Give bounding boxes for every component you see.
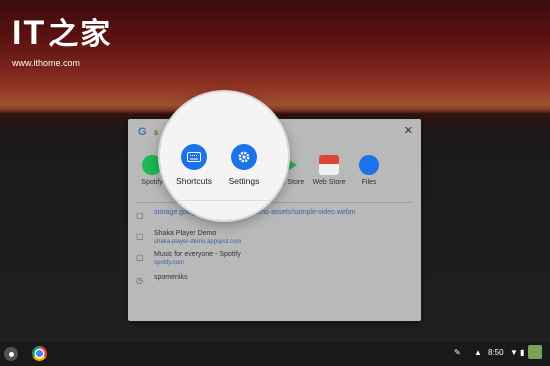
launcher-button[interactable] <box>4 347 18 361</box>
result-title: spomeniks <box>154 274 188 281</box>
close-icon[interactable]: ✕ <box>404 126 413 137</box>
divider <box>136 202 413 203</box>
chrome-icon[interactable] <box>32 346 47 361</box>
app-files[interactable]: Files <box>344 155 394 186</box>
search-input[interactable]: s <box>154 128 158 137</box>
app-label: Settings <box>228 176 260 186</box>
stylus-icon[interactable]: ✎ <box>454 348 461 357</box>
spotify-icon <box>142 155 162 175</box>
battery-icon: ▮ <box>520 348 525 357</box>
avatar[interactable] <box>528 345 542 359</box>
keyboard-icon <box>181 144 207 170</box>
google-g-icon: G <box>138 126 147 138</box>
result-title: Shaka Player Demo <box>154 230 217 237</box>
shelf: ✎ ▲ 8:50 ▼ ▮ <box>0 342 550 366</box>
history-icon: ◷ <box>136 276 143 285</box>
result-url: shaka-player-demo.appspot.com <box>154 239 242 245</box>
app-label: Shortcuts <box>176 176 212 186</box>
result-title: Music for everyone - Spotify <box>154 251 241 258</box>
magnifier-callout: Shortcuts Settings <box>160 92 288 220</box>
app-settings[interactable]: Settings <box>216 144 272 186</box>
status-tray[interactable]: ✎ ▲ 8:50 ▼ ▮ <box>454 345 544 360</box>
clock[interactable]: 8:50 <box>488 348 504 357</box>
file-icon: ▢ <box>136 253 144 262</box>
file-icon: ▢ <box>136 232 144 241</box>
app-label: Files <box>361 179 377 186</box>
divider <box>160 200 288 201</box>
notification-icon[interactable]: ▲ <box>474 348 482 357</box>
file-icon: ▢ <box>136 211 144 220</box>
watermark-url: www.ithome.com <box>12 58 81 68</box>
ithome-watermark: IT之家 www.ithome.com <box>12 16 112 68</box>
app-shortcuts[interactable]: Shortcuts <box>166 144 222 186</box>
web-store-icon <box>319 155 339 175</box>
watermark-logo: IT之家 <box>12 14 113 52</box>
files-icon <box>359 155 379 175</box>
gear-icon <box>231 144 257 170</box>
result-url: spotify.com <box>154 260 184 266</box>
wifi-icon: ▼ <box>510 348 518 357</box>
